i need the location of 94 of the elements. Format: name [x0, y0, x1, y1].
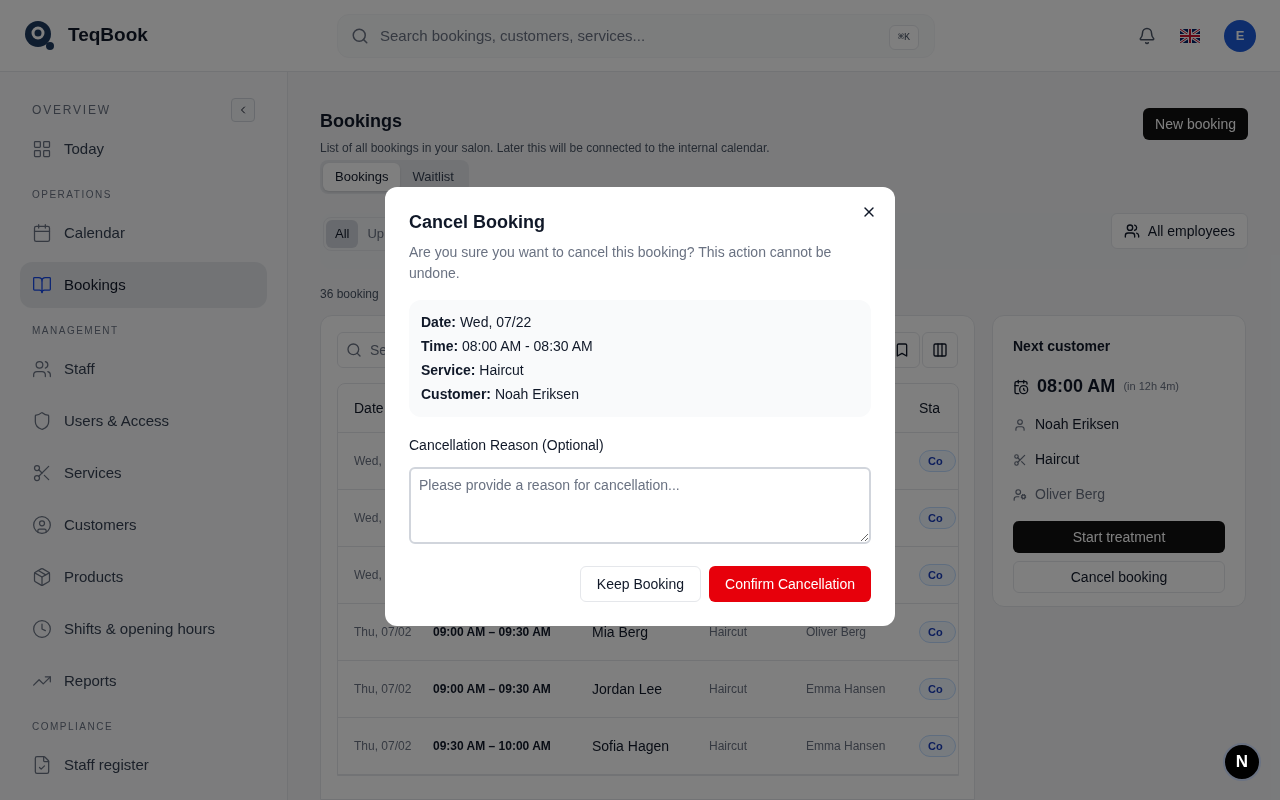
tab[interactable]: Waitlist [400, 163, 466, 191]
date-cell-text: Thu, 07/02 [353, 624, 413, 641]
grid-icon [32, 139, 52, 159]
customer-name: Noah Eriksen [1035, 415, 1120, 434]
column-header: Sta [919, 398, 940, 418]
employee-name: Oliver Berg [1035, 485, 1106, 504]
sidebar-item[interactable]: Services [20, 450, 267, 496]
book-icon [32, 275, 52, 295]
section-heading: OVERVIEW [32, 102, 111, 119]
search-icon [351, 26, 369, 45]
user-circle-icon [32, 515, 52, 535]
status-badge: Co [919, 449, 956, 473]
sidebar-item[interactable]: Products [20, 554, 267, 600]
sidebar-item[interactable]: Calendar [20, 210, 267, 256]
reason-field[interactable]: Please provide a reason for cancellation... [409, 467, 871, 544]
new-booking-button[interactable]: New booking [1143, 108, 1248, 140]
sidebar-item[interactable]: Customers [20, 502, 267, 548]
logo-icon [24, 19, 56, 52]
service-name: Haircut [1035, 450, 1080, 469]
time-cell: 09:00 AM – 09:30 AM [433, 682, 551, 696]
status-badge: Co [919, 506, 956, 530]
status-badge: Co [919, 620, 956, 644]
detail-line: Date: Wed, 07/22 [421, 313, 533, 332]
shield-icon [32, 411, 52, 431]
time-until: (in 12h 4m) [1123, 379, 1179, 395]
notification-bell-icon[interactable] [1138, 26, 1156, 45]
keep-booking-button[interactable]: Keep Booking [579, 566, 702, 602]
date-cell-text: Wed, [353, 453, 383, 470]
section-heading: COMPLIANCE [32, 719, 114, 734]
calendar-icon [32, 223, 52, 243]
section-heading: MANAGEMENT [32, 323, 119, 338]
booking-count: 36 booking [320, 286, 380, 303]
service-cell: Haircut [709, 739, 747, 753]
service-cell: Haircut [709, 625, 747, 639]
card-title: Next customer [1013, 337, 1112, 356]
column-header: Date [353, 398, 385, 418]
clock-icon [32, 619, 52, 639]
scissors-icon [32, 463, 52, 483]
scissors-icon [1013, 452, 1027, 467]
time-cell: 09:00 AM – 09:30 AM [433, 625, 551, 639]
person-gear-icon [1013, 487, 1027, 502]
search-icon [346, 342, 362, 358]
reason-label: Cancellation Reason (Optional) [409, 436, 605, 455]
service-cell: Haircut [709, 682, 747, 696]
employee-cell: Emma Hansen [806, 682, 886, 696]
customer-cell: Mia Berg [592, 623, 649, 640]
status-badge: Co [919, 677, 956, 701]
sidebar-item[interactable]: Today [20, 126, 267, 172]
date-cell-text: Thu, 07/02 [353, 681, 413, 698]
sidebar-item[interactable]: Staff register [20, 742, 267, 788]
cancel-booking-button[interactable]: Cancel booking [1013, 561, 1225, 593]
customer-cell: Sofia Hagen [592, 737, 670, 754]
sidebar-item[interactable]: Bookings [20, 262, 267, 308]
sidebar-item[interactable]: Users & Access [20, 398, 267, 444]
dev-tools-button[interactable]: N [1223, 743, 1261, 781]
columns-icon [932, 342, 948, 358]
filter-chip[interactable]: Up [358, 220, 394, 248]
brand-name: TeqBook [68, 23, 148, 48]
detail-line: Service: Haircut [421, 361, 525, 380]
status-badge: Co [919, 734, 956, 758]
tab[interactable]: Bookings [323, 163, 401, 191]
section-heading: OPERATIONS [32, 187, 112, 202]
bookmark-icon [894, 342, 910, 358]
sidebar-item[interactable]: Reports [20, 658, 267, 704]
date-cell-text: Wed, [353, 510, 383, 527]
time-cell: 09:30 AM – 10:00 AM [433, 739, 551, 753]
box-icon [32, 567, 52, 587]
page-title: Bookings [320, 110, 403, 133]
status-badge: Co [919, 563, 956, 587]
appointment-time: 08:00 AM [1037, 375, 1116, 398]
people-icon [1123, 223, 1140, 239]
calendar-clock-icon [1013, 378, 1029, 395]
page-subtitle: List of all bookings in your salon. Later this will be connected to the internal calendar. [320, 140, 770, 157]
columns-button[interactable] [922, 332, 958, 368]
detail-line: Customer: Noah Eriksen [421, 385, 580, 404]
dialog-title: Cancel Booking [409, 211, 547, 234]
people-icon [32, 359, 52, 379]
sidebar-item[interactable]: Shifts & opening hours [20, 606, 267, 652]
file-check-icon [32, 755, 52, 775]
filter-chip[interactable]: All [326, 220, 359, 248]
customer-cell: Jordan Lee [592, 680, 663, 697]
detail-line: Time: 08:00 AM - 08:30 AM [421, 337, 594, 356]
sidebar-item[interactable]: Staff [20, 346, 267, 392]
employee-filter-button[interactable]: All employees [1110, 213, 1248, 249]
start-treatment-button[interactable]: Start treatment [1013, 521, 1225, 553]
flag-icon[interactable] [1180, 28, 1200, 43]
employee-cell: Emma Hansen [806, 739, 886, 753]
user-avatar[interactable]: E [1224, 19, 1256, 52]
person-icon [1013, 417, 1027, 432]
date-cell-text: Wed, [353, 567, 383, 584]
employee-cell: Oliver Berg [806, 625, 867, 639]
confirm-cancellation-button[interactable]: Confirm Cancellation [709, 566, 871, 602]
date-cell-text: Thu, 07/02 [353, 738, 413, 755]
dialog-description: Are you sure you want to cancel this booking? This action cannot be undone. [409, 243, 833, 283]
